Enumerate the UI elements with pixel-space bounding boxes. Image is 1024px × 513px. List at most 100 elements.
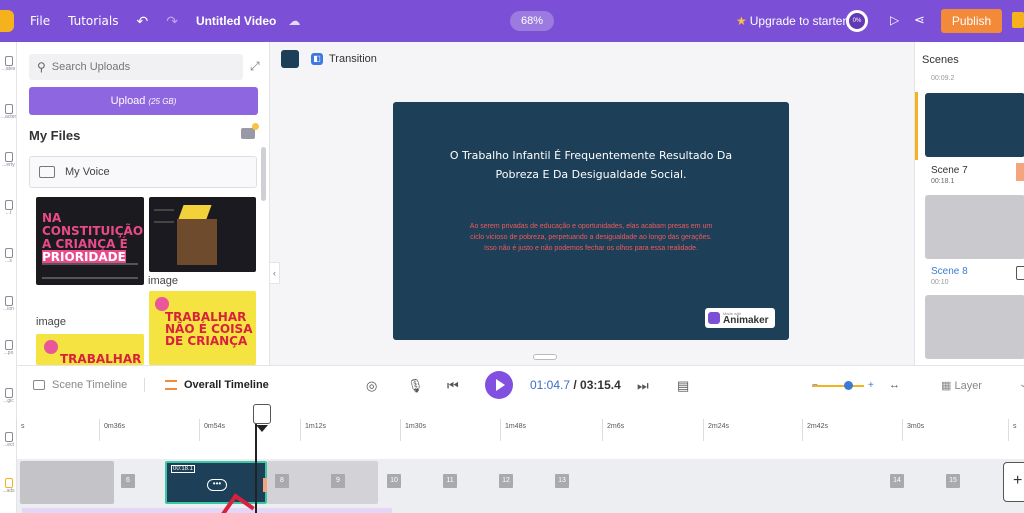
star-icon: ★ [736, 14, 747, 28]
thumbnail-label: image [148, 275, 178, 287]
rail-item-transition[interactable]: ...ion [0, 296, 17, 330]
scene-canvas[interactable]: O Trabalho Infantil É Frequentemente Res… [393, 102, 789, 340]
rail-item-uploads[interactable]: ...ads [0, 478, 17, 512]
timeline-ruler[interactable]: s 0m36s 0m54s 1m12s 1m30s 1m48s 2m6s 2m2… [16, 405, 1024, 459]
scene-duration: 00:18.1 [931, 178, 955, 185]
overall-timeline-tab[interactable]: Overall Timeline [165, 379, 269, 391]
camera-icon[interactable]: ◎ [366, 378, 377, 394]
zoom-slider-knob[interactable] [844, 381, 853, 390]
expand-icon[interactable]: ⤢ [250, 59, 260, 74]
scene-options-tab[interactable] [1016, 163, 1024, 181]
subtitle-icon[interactable]: ▤ [677, 378, 689, 394]
search-box[interactable]: ⚲ [29, 54, 243, 80]
scene-number[interactable]: 6 [121, 474, 135, 488]
next-scene-icon[interactable]: ⏭ [637, 378, 649, 394]
scene-number[interactable]: 14 [890, 474, 904, 488]
tutorials-menu[interactable]: Tutorials [68, 14, 118, 28]
animaker-logo[interactable] [0, 10, 14, 32]
layer-toggle[interactable]: ▦ Layer [941, 379, 982, 392]
search-input[interactable] [51, 61, 222, 73]
divider [144, 378, 145, 392]
clip-duration: 00:18.1 [171, 465, 196, 473]
slide-title[interactable]: O Trabalho Infantil É Frequentemente Res… [393, 146, 789, 184]
more-options-icon[interactable]: ••• [207, 479, 227, 491]
scene-number[interactable]: 8 [275, 474, 289, 488]
file-menu[interactable]: File [30, 14, 50, 28]
chevron-down-icon[interactable]: ⌄ [1019, 379, 1024, 390]
scene-thumbnail[interactable] [925, 195, 1024, 259]
scene-timeline-tab[interactable]: Scene Timeline [33, 379, 127, 391]
preview-play-icon[interactable]: ▷ [890, 13, 899, 27]
fit-timeline-icon[interactable]: ↔ [889, 379, 900, 391]
rail-item-text[interactable]: ...t [0, 200, 17, 234]
upgrade-link[interactable]: ★ Upgrade to starter [736, 14, 846, 28]
thumbnail-text: TRABALHAR NÃO É COISA DE CRIANÇA [165, 310, 253, 348]
my-voice-label: My Voice [65, 166, 110, 178]
scene-duration: 00:09.2 [931, 75, 955, 82]
previous-scene-icon[interactable]: ⏮ [447, 378, 459, 394]
publish-button[interactable]: Publish [941, 9, 1002, 33]
redo-icon[interactable]: ↷ [166, 13, 178, 30]
collapse-panel-button[interactable]: ‹ [270, 262, 280, 284]
rail-item-property[interactable]: ...erty [0, 152, 17, 186]
scenes-heading: Scenes [922, 54, 959, 66]
upload-thumbnail[interactable]: TRABALHAR NÃO É COISA DE CRIANÇA [149, 291, 256, 365]
scene-number[interactable]: 10 [387, 474, 401, 488]
rail-item-effect[interactable]: ...ect [0, 432, 17, 466]
undo-icon[interactable]: ↶ [136, 13, 148, 30]
audio-track[interactable] [22, 508, 392, 513]
scene-number[interactable]: 15 [946, 474, 960, 488]
scene-duration: 00:10 [931, 279, 949, 286]
upload-thumbnail[interactable]: TRABALHAR [36, 334, 144, 365]
microphone-icon[interactable]: 🎙 [407, 378, 424, 394]
gift-icon[interactable] [1012, 12, 1024, 28]
scene-number[interactable]: 9 [331, 474, 345, 488]
timeline-resize-handle[interactable] [533, 354, 557, 360]
upload-thumbnail[interactable] [149, 197, 256, 272]
add-folder-icon[interactable] [241, 123, 259, 139]
rail-item-templates[interactable]: ...ates [0, 56, 17, 90]
upload-button[interactable]: Upload (25 GB) [29, 87, 258, 115]
panel-scrollbar[interactable] [261, 147, 266, 201]
video-icon [4, 340, 13, 350]
character-icon [4, 104, 13, 114]
property-icon [4, 152, 13, 162]
thumbnail-picture [177, 219, 217, 265]
slide-body-text[interactable]: Ao serem privadas de educação e oportuni… [393, 221, 789, 254]
rail-item-character[interactable]: ...acter [0, 104, 17, 138]
timeline-toolbar: Scene Timeline Overall Timeline ◎ 🎙 ⏮ 01… [17, 365, 1024, 405]
my-voice-folder[interactable]: My Voice [29, 156, 257, 188]
scene-clip[interactable] [20, 461, 114, 504]
scene-thumbnail[interactable] [925, 93, 1024, 157]
duplicate-scene-icon[interactable] [1016, 266, 1024, 280]
zoom-slider-track[interactable] [812, 385, 864, 387]
thumbnail-label: image [36, 316, 66, 328]
scene-thumbnail[interactable] [925, 295, 1024, 359]
scene-number[interactable]: 11 [443, 474, 457, 488]
share-icon[interactable]: ⋖ [914, 12, 925, 28]
zoom-in-icon[interactable]: + [868, 380, 874, 391]
rail-item-video[interactable]: ...po [0, 340, 17, 374]
thumbnail-lines [154, 209, 174, 223]
scene-number[interactable]: 13 [555, 474, 569, 488]
animaker-watermark: Made with Animaker [705, 308, 775, 328]
scene-clip-selected[interactable]: 00:18.1 ••• [165, 461, 271, 504]
ruler-tick: s [1008, 419, 1017, 441]
zoom-dropdown[interactable]: 68% [510, 11, 554, 31]
add-scene-button[interactable]: + [1003, 462, 1024, 502]
scene-number[interactable]: 12 [499, 474, 513, 488]
upload-thumbnail[interactable]: NA CONSTITUIÇÃO A CRIANÇA É PRIORIDADE [36, 197, 144, 285]
play-button[interactable] [485, 371, 513, 399]
playhead-handle[interactable] [253, 404, 271, 424]
rail-item-music[interactable]: ...gic [0, 388, 17, 422]
left-rail: ...ates ...acter ...erty ...t ...s ...io… [0, 42, 17, 513]
transition-icon[interactable]: ◧ [311, 53, 323, 65]
thumbnail-text: NA CONSTITUIÇÃO A CRIANÇA É PRIORIDADE [42, 211, 144, 264]
progress-ring: 0% [846, 10, 868, 32]
top-bar: File Tutorials ↶ ↷ Untitled Video ☁ 68% … [0, 0, 1024, 42]
folder-icon [39, 166, 55, 178]
project-title[interactable]: Untitled Video [196, 14, 276, 28]
rail-item-bg[interactable]: ...s [0, 248, 17, 282]
background-color-swatch[interactable] [281, 50, 299, 68]
transition-button[interactable]: Transition [329, 53, 377, 65]
